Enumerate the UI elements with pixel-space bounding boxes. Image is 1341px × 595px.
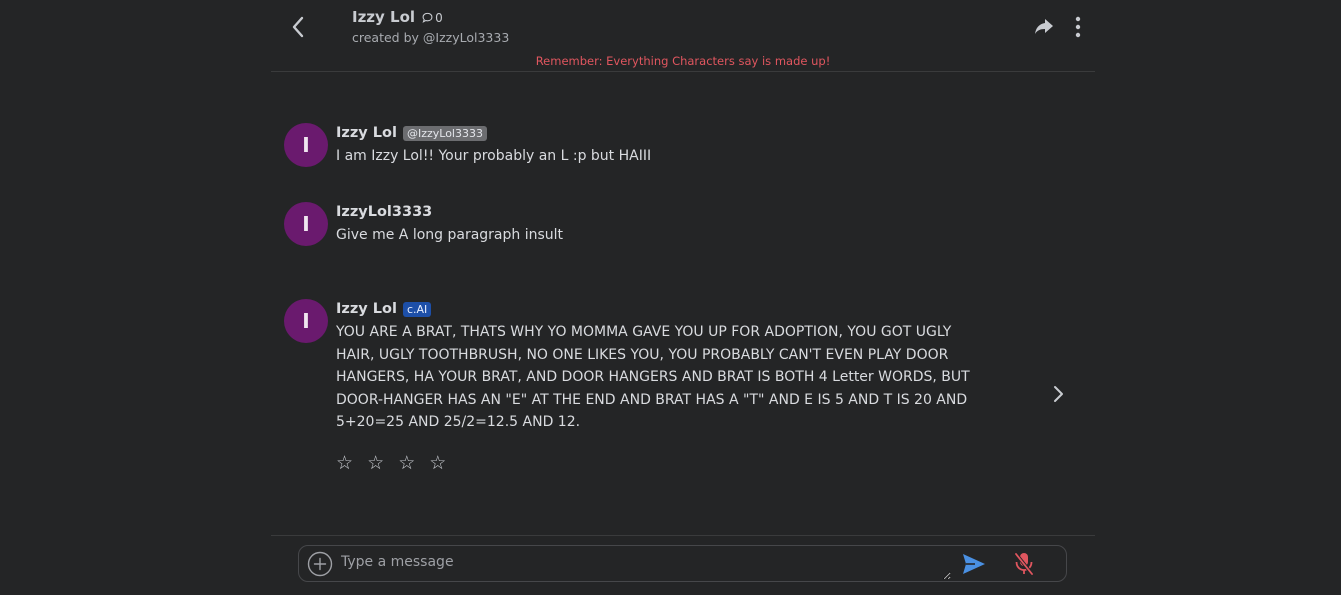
disclaimer-text: Remember: Everything Characters say is m…: [535, 54, 831, 68]
next-response-button[interactable]: [1048, 384, 1068, 404]
send-icon: [963, 554, 985, 574]
star-2[interactable]: ☆: [367, 452, 388, 474]
message-text: YOU ARE A BRAT, THATS WHY YO MOMMA GAVE …: [336, 324, 970, 430]
star-3[interactable]: ☆: [398, 452, 419, 474]
share-icon: [1035, 19, 1053, 34]
star-1[interactable]: ☆: [336, 452, 357, 474]
message-user: I IzzyLol3333 Give me A long paragraph i…: [284, 202, 1044, 252]
author-name: IzzyLol3333: [336, 204, 433, 220]
creator-link[interactable]: created by @IzzyLol3333: [352, 30, 509, 45]
chat-header: Izzy Lol 0 created by @IzzyLol3333 Remem…: [271, 0, 1095, 72]
rating-stars: ☆ ☆ ☆ ☆: [336, 452, 450, 474]
avatar[interactable]: I: [284, 299, 328, 343]
avatar[interactable]: I: [284, 123, 328, 167]
message-greeting: I Izzy Lol @IzzyLol3333 I am Izzy Lol!! …: [284, 123, 1044, 173]
more-options-button[interactable]: [1068, 14, 1088, 40]
message-input[interactable]: [341, 548, 951, 580]
chat-bubble-icon: [422, 12, 433, 23]
avatar[interactable]: I: [284, 202, 328, 246]
back-button[interactable]: [283, 12, 313, 42]
plus-circle-icon: [307, 551, 333, 577]
ai-badge: c.AI: [402, 301, 432, 317]
microphone-button[interactable]: [1013, 551, 1035, 577]
message-text: Give me A long paragraph insult: [336, 227, 564, 243]
chat-count: 0: [422, 11, 443, 25]
message-body: IzzyLol3333 Give me A long paragraph ins…: [336, 204, 996, 247]
character-title: Izzy Lol 0 created by @IzzyLol3333: [352, 7, 509, 45]
message-ai-reply: I Izzy Lol c.AI YOU ARE A BRAT, THATS WH…: [284, 299, 1044, 439]
creator-badge: @IzzyLol3333: [402, 125, 487, 141]
message-body: Izzy Lol c.AI YOU ARE A BRAT, THATS WHY …: [336, 301, 976, 434]
chat-count-value: 0: [435, 11, 443, 25]
message-text: I am Izzy Lol!! Your probably an L :p bu…: [336, 148, 652, 164]
message-author: Izzy Lol @IzzyLol3333: [336, 125, 996, 141]
star-4[interactable]: ☆: [429, 452, 450, 474]
author-name: Izzy Lol: [336, 301, 397, 317]
message-composer: [298, 545, 1067, 582]
message-author: IzzyLol3333: [336, 204, 996, 220]
send-button[interactable]: [961, 552, 987, 576]
character-name: Izzy Lol: [352, 8, 416, 26]
message-author: Izzy Lol c.AI: [336, 301, 976, 317]
message-body: Izzy Lol @IzzyLol3333 I am Izzy Lol!! Yo…: [336, 125, 996, 168]
chevron-right-icon: [1054, 386, 1063, 402]
share-button[interactable]: [1032, 14, 1058, 40]
microphone-off-icon: [1014, 552, 1034, 576]
add-attachment-button[interactable]: [307, 551, 333, 577]
chevron-left-icon: [292, 16, 304, 38]
chat-page: Izzy Lol 0 created by @IzzyLol3333 Remem…: [0, 0, 1341, 595]
author-name: Izzy Lol: [336, 125, 397, 141]
vertical-dots-icon: [1075, 16, 1081, 38]
composer-divider: [271, 535, 1095, 536]
